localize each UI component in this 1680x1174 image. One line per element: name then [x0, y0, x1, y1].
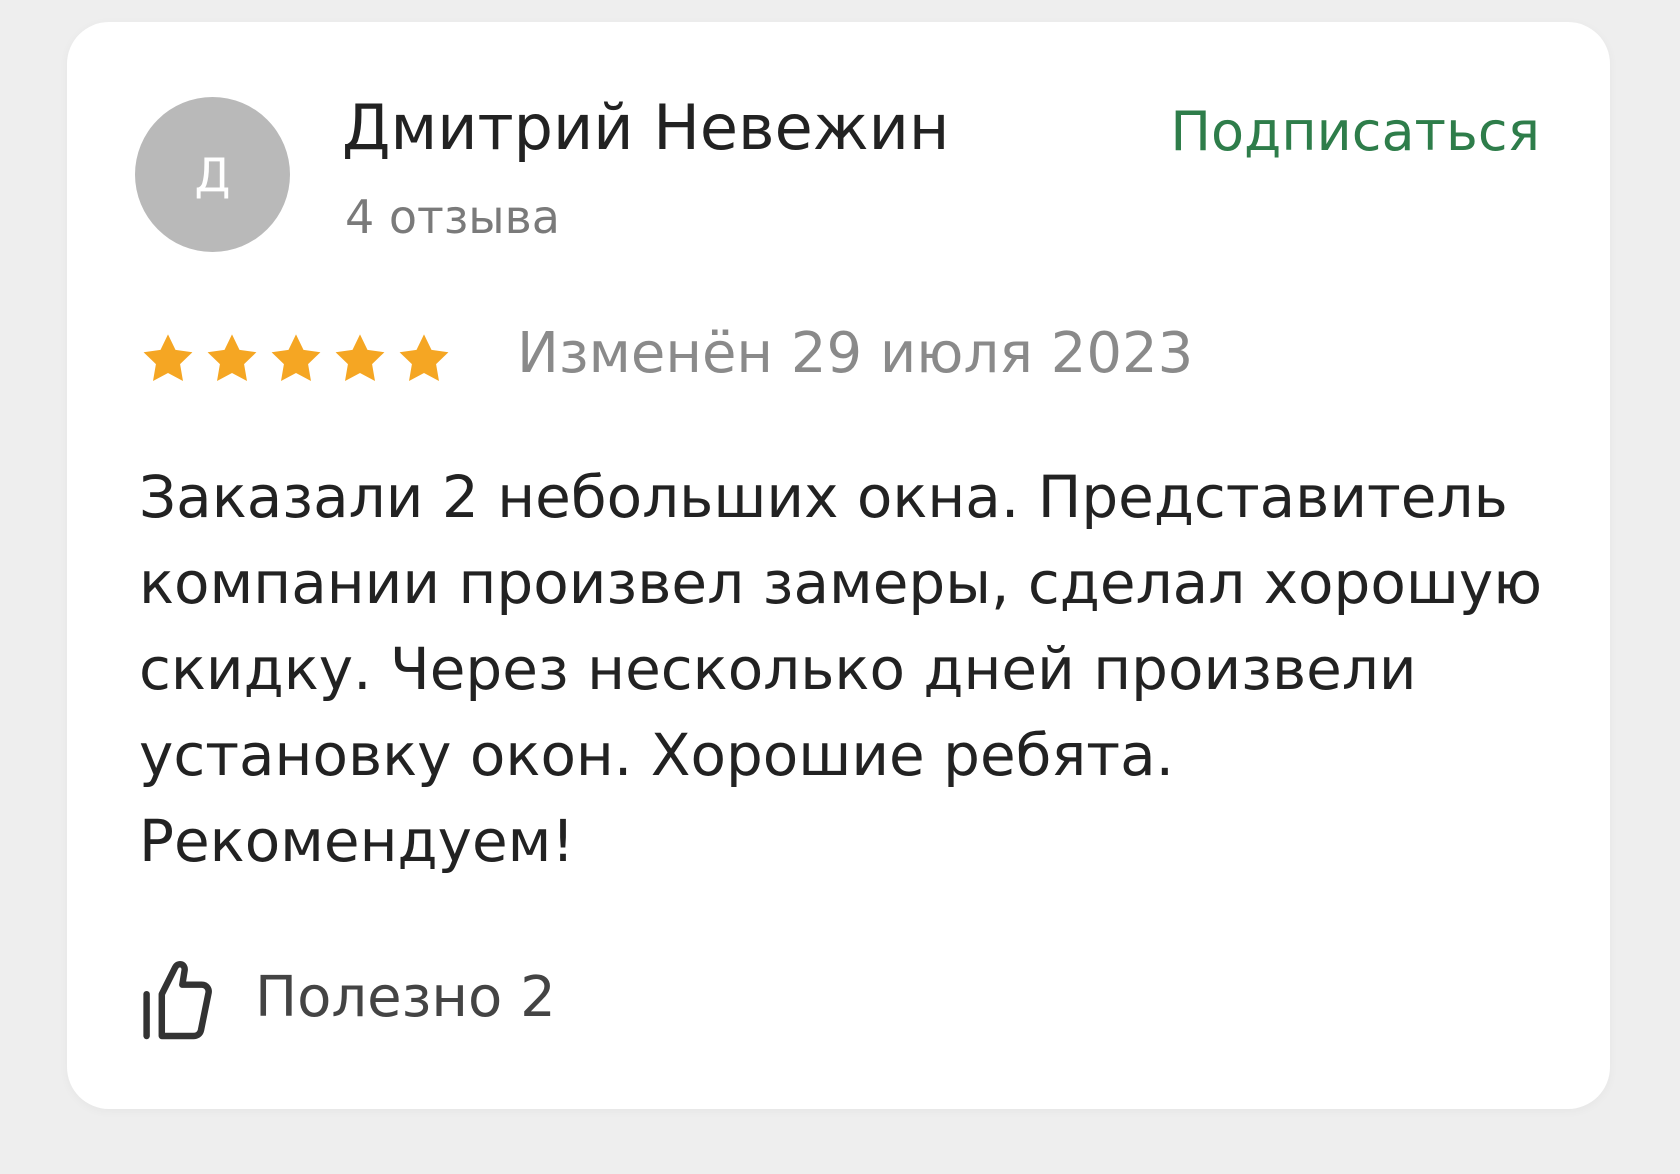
star-icon: [335, 334, 385, 381]
author-name[interactable]: Дмитрий Невежин: [342, 93, 949, 162]
star-icon: [399, 334, 449, 381]
useful-label: Полезно 2: [255, 965, 556, 1030]
star-icon: [207, 334, 257, 381]
star-icon: [271, 334, 321, 381]
avatar[interactable]: Д: [135, 97, 290, 252]
thumbs-up-icon: [143, 961, 212, 1040]
useful-button[interactable]: Полезно 2: [139, 952, 556, 1044]
author-reviews-count: 4 отзыва: [345, 190, 560, 244]
star-icon: [143, 334, 193, 381]
edited-date: Изменён 29 июля 2023: [517, 321, 1194, 386]
subscribe-button[interactable]: Подписаться: [1170, 102, 1540, 162]
review-card: Д Дмитрий Невежин Подписаться 4 отзыва И…: [67, 22, 1610, 1109]
review-text: Заказали 2 небольших окна. Представитель…: [139, 463, 1543, 875]
avatar-initial: Д: [194, 147, 231, 202]
rating-stars: [139, 330, 453, 388]
